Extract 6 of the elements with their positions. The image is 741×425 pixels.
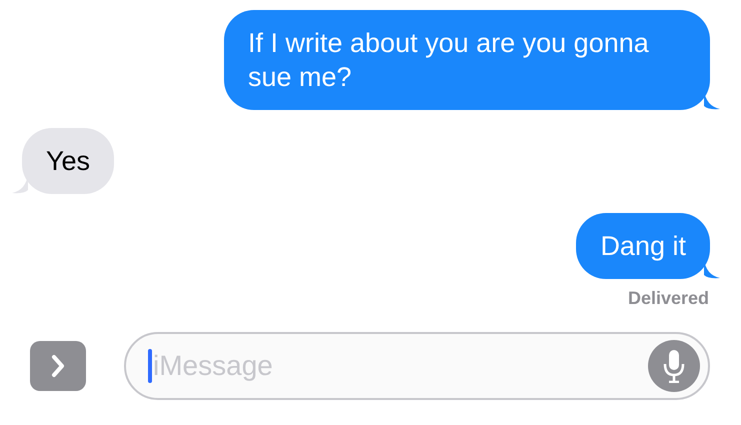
text-cursor (148, 349, 152, 383)
chevron-icon (50, 354, 66, 378)
expand-button[interactable] (30, 341, 86, 391)
microphone-button[interactable] (648, 340, 700, 392)
delivery-status: Delivered (628, 287, 709, 310)
microphone-icon (663, 349, 685, 383)
